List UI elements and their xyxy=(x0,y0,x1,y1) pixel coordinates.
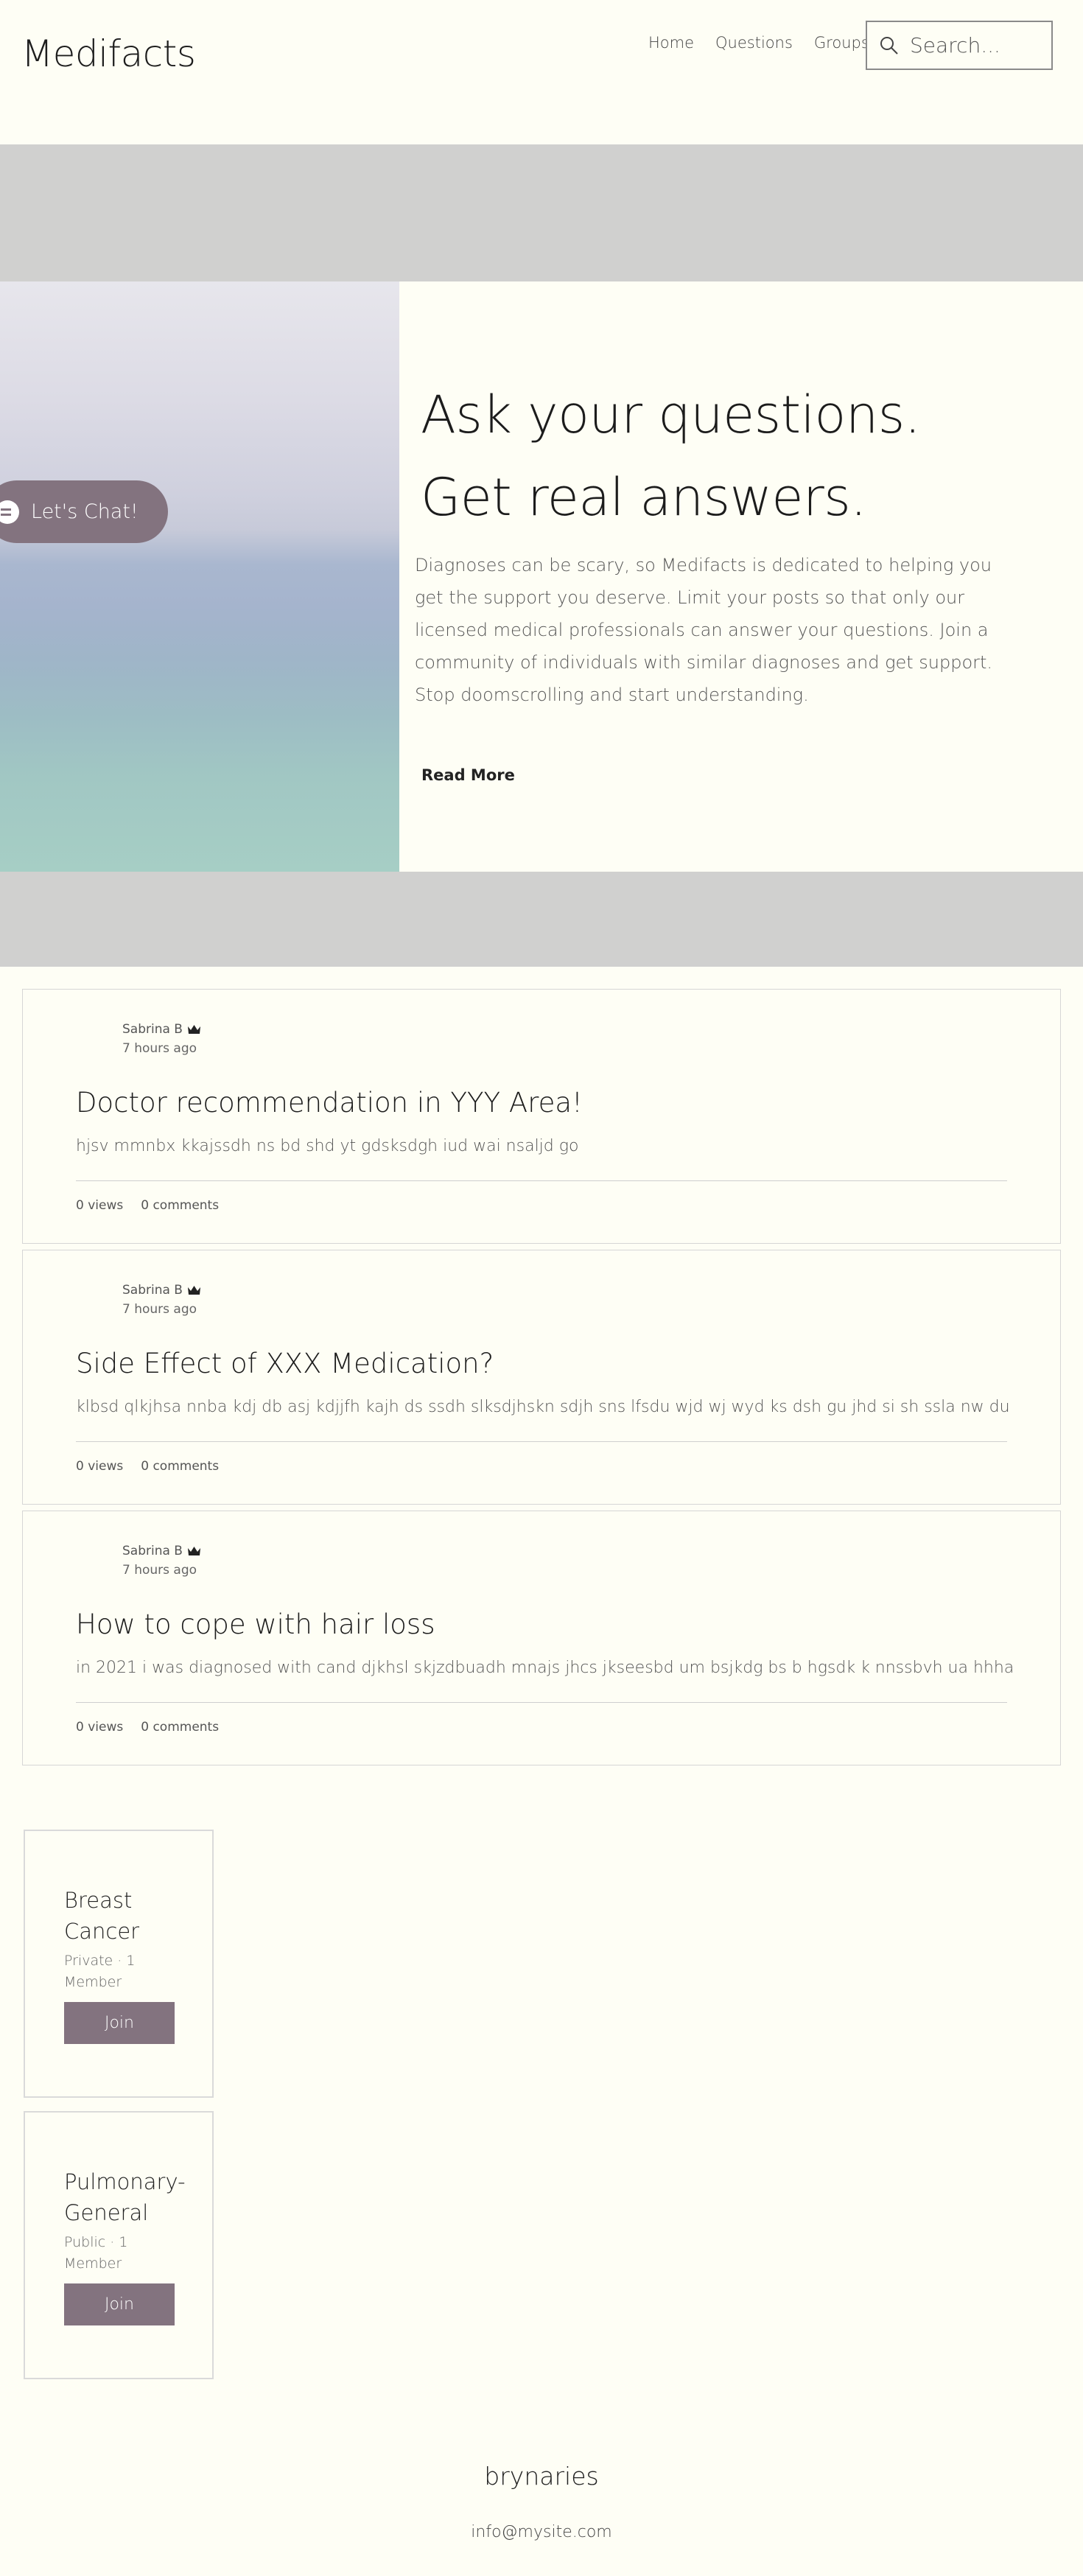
post-excerpt: klbsd qlkjhsa nnba kdj db asj kdjjfh kaj… xyxy=(76,1398,1010,1416)
join-button[interactable]: Join xyxy=(64,2002,175,2044)
group-card[interactable]: Breast Cancer Private · 1 Member Join xyxy=(24,1830,214,2098)
lets-chat-button[interactable]: Let's Chat! xyxy=(0,480,168,543)
post-stats: 0 views 0 comments xyxy=(76,1459,219,1474)
footer-brand: brynaries xyxy=(484,2462,599,2491)
read-more-link[interactable]: Read More xyxy=(421,766,515,784)
hero-heading-line1: Ask your questions. xyxy=(421,385,921,445)
site-header: Medifacts Home Questions Groups xyxy=(0,0,1083,144)
author-name: Sabrina B xyxy=(122,1544,183,1558)
post-divider xyxy=(76,1702,1007,1703)
post-excerpt: in 2021 i was diagnosed with cand djkhsl… xyxy=(76,1659,1014,1677)
search-icon xyxy=(880,36,898,55)
post-author[interactable]: Sabrina B xyxy=(122,1283,201,1298)
search-input[interactable] xyxy=(910,33,1035,57)
group-name[interactable]: Breast Cancer xyxy=(64,1885,189,1947)
crown-icon xyxy=(187,1286,200,1295)
footer-email[interactable]: info@mysite.com xyxy=(0,2523,1083,2541)
crown-icon xyxy=(187,1025,200,1034)
post-divider xyxy=(76,1180,1007,1181)
post-card[interactable]: Sabrina B 7 hours ago Doctor recommendat… xyxy=(22,989,1061,1244)
post-excerpt: hjsv mmnbx kkajssdh ns bd shd yt gdsksdg… xyxy=(76,1137,579,1155)
post-stats: 0 views 0 comments xyxy=(76,1720,219,1735)
group-meta: Public · 1 Member xyxy=(64,2234,128,2272)
gray-band-top xyxy=(0,144,1083,281)
group-card[interactable]: Pulmonary-General Public · 1 Member Join xyxy=(24,2111,214,2379)
post-comments: 0 comments xyxy=(141,1459,220,1474)
group-meta: Private · 1 Member xyxy=(64,1953,136,1990)
hero-sea-image: Let's Chat! xyxy=(0,281,399,872)
post-title[interactable]: How to cope with hair loss xyxy=(76,1609,435,1640)
post-card[interactable]: Sabrina B 7 hours ago Side Effect of XXX… xyxy=(22,1250,1061,1505)
post-author[interactable]: Sabrina B xyxy=(122,1022,201,1037)
post-stats: 0 views 0 comments xyxy=(76,1198,219,1213)
post-time: 7 hours ago xyxy=(122,1563,197,1578)
post-views: 0 views xyxy=(76,1720,124,1735)
join-button[interactable]: Join xyxy=(64,2283,175,2325)
post-comments: 0 comments xyxy=(141,1720,220,1735)
hero-section: Let's Chat! Ask your questions. Get real… xyxy=(0,281,1083,872)
post-card[interactable]: Sabrina B 7 hours ago How to cope with h… xyxy=(22,1511,1061,1765)
post-time: 7 hours ago xyxy=(122,1041,197,1056)
lets-chat-label: Let's Chat! xyxy=(31,500,139,523)
nav-groups[interactable]: Groups xyxy=(814,34,869,52)
chat-icon xyxy=(0,500,19,524)
author-name: Sabrina B xyxy=(122,1022,183,1037)
hero-heading-line2: Get real answers. xyxy=(421,467,866,528)
nav-questions[interactable]: Questions xyxy=(715,34,793,52)
site-logo[interactable]: Medifacts xyxy=(21,32,196,75)
gray-band-bottom xyxy=(0,872,1083,967)
nav-home[interactable]: Home xyxy=(648,34,694,52)
post-comments: 0 comments xyxy=(141,1198,220,1213)
post-divider xyxy=(76,1441,1007,1442)
group-name[interactable]: Pulmonary-General xyxy=(64,2166,189,2228)
crown-icon xyxy=(187,1547,200,1555)
post-views: 0 views xyxy=(76,1459,124,1474)
post-title[interactable]: Side Effect of XXX Medication? xyxy=(76,1348,494,1379)
author-name: Sabrina B xyxy=(122,1283,183,1298)
main-nav: Home Questions Groups xyxy=(648,34,869,52)
search-box[interactable] xyxy=(866,21,1053,70)
post-title[interactable]: Doctor recommendation in YYY Area! xyxy=(76,1087,583,1119)
hero-description: Diagnoses can be scary, so Medifacts is … xyxy=(415,555,993,705)
post-views: 0 views xyxy=(76,1198,124,1213)
post-author[interactable]: Sabrina B xyxy=(122,1544,201,1558)
post-time: 7 hours ago xyxy=(122,1302,197,1317)
